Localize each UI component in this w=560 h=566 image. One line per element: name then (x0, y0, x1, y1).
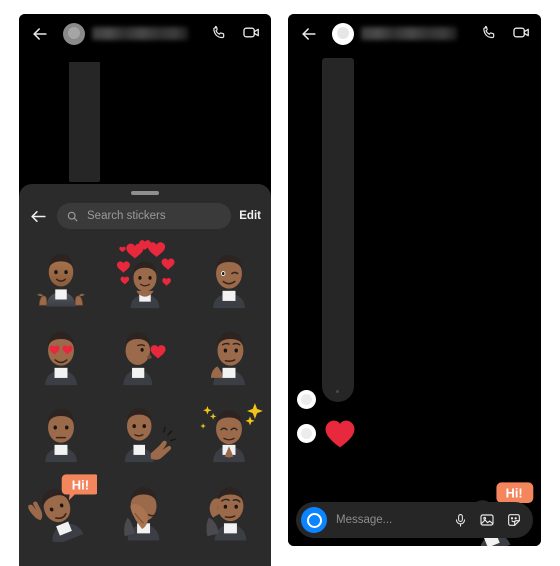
chat-header-left (19, 14, 271, 54)
contact-name-redacted (92, 27, 188, 40)
sticker-smiley-icon[interactable] (506, 512, 522, 528)
sticker-picker-sheet: Search stickers Edit Hi! (19, 184, 271, 566)
microphone-icon[interactable] (453, 513, 468, 528)
message-input[interactable]: Message... (336, 514, 453, 526)
message-bubble-collapsed[interactable] (69, 62, 100, 182)
image-icon[interactable] (479, 512, 495, 528)
video-camera-icon[interactable] (242, 23, 261, 42)
sticker-item-wave-hand[interactable] (103, 390, 187, 467)
sticker-item-facepalm[interactable] (103, 467, 187, 544)
camera-icon[interactable] (301, 507, 327, 533)
sticker-item-row5-c[interactable] (187, 544, 271, 566)
chat-header-right (288, 14, 541, 54)
sticker-grid: Hi! (19, 236, 271, 566)
message-sender-avatar (297, 390, 316, 409)
chat-thread: Hi! Message... (288, 54, 541, 546)
phone-call-icon[interactable] (211, 24, 228, 41)
sticker-item-row5-a[interactable] (19, 544, 103, 566)
header-action-icons (211, 23, 261, 42)
sticker-item-blowing-kiss[interactable] (103, 313, 187, 390)
search-icon (66, 210, 79, 223)
message-bubble-collapsed[interactable] (322, 58, 354, 402)
drag-handle[interactable] (131, 191, 159, 195)
hi-sticker-text: Hi! (506, 485, 523, 500)
sticker-item-confused-scratch[interactable] (187, 467, 271, 544)
sticker-item-thinking[interactable] (187, 313, 271, 390)
edit-button[interactable]: Edit (239, 210, 263, 222)
contact-avatar[interactable] (63, 23, 85, 45)
sticker-item-hi-wave[interactable]: Hi! (19, 467, 103, 544)
contact-avatar[interactable] (332, 23, 354, 45)
phone-call-icon[interactable] (481, 24, 498, 41)
sticker-sheet-back-icon[interactable] (27, 205, 49, 227)
sticker-item-row5-b[interactable] (103, 544, 187, 566)
back-arrow-icon[interactable] (30, 24, 50, 44)
search-placeholder: Search stickers (87, 210, 166, 222)
message-sender-avatar (297, 424, 316, 443)
video-camera-icon[interactable] (512, 23, 531, 42)
sticker-item-wink[interactable] (187, 236, 271, 313)
screenshot-stage: Search stickers Edit Hi! Hi! Message... (0, 0, 560, 566)
composer-action-icons (453, 512, 522, 528)
back-arrow-icon[interactable] (299, 24, 319, 44)
contact-name-redacted (361, 27, 457, 40)
header-action-icons (481, 23, 531, 42)
sticker-item-thumbs-up[interactable] (19, 236, 103, 313)
search-stickers-input[interactable]: Search stickers (57, 203, 232, 229)
svg-text:Hi!: Hi! (72, 477, 89, 492)
heart-sticker-message[interactable] (323, 416, 357, 450)
sticker-sheet-toolbar: Search stickers Edit (19, 200, 271, 232)
message-composer: Message... (296, 502, 533, 538)
sticker-item-neutral[interactable] (19, 390, 103, 467)
right-phone-panel: Hi! Message... (288, 14, 541, 546)
left-phone-panel: Search stickers Edit Hi! (19, 14, 271, 566)
sticker-item-heart-eyes[interactable] (19, 313, 103, 390)
sticker-item-praying-sparkle[interactable] (187, 390, 271, 467)
sticker-item-in-love-hearts[interactable] (103, 236, 187, 313)
